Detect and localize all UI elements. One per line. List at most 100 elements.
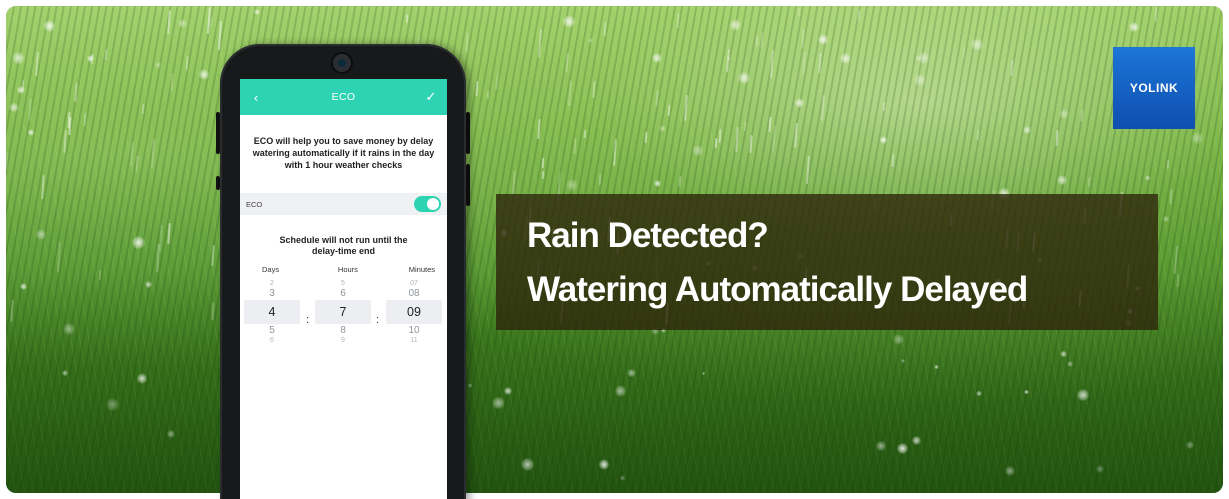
rain-streak [99, 270, 102, 281]
rain-streak [794, 123, 798, 148]
rain-streak [612, 139, 617, 167]
water-droplet [701, 371, 705, 375]
rain-streak [130, 142, 134, 167]
rain-streak [167, 223, 171, 245]
rain-streak [541, 170, 544, 180]
yolink-logo[interactable]: YOLINK [1113, 47, 1195, 129]
rain-streak [962, 46, 965, 59]
rain-streak [891, 153, 895, 167]
rain-streak [678, 176, 682, 187]
water-droplet [598, 459, 610, 470]
water-droplet [818, 34, 829, 45]
rain-streak [760, 31, 764, 49]
rain-streak [584, 130, 587, 139]
water-droplet [1144, 175, 1150, 181]
phone-side-button [466, 164, 470, 206]
water-droplet [915, 55, 921, 62]
water-droplet [19, 282, 28, 290]
water-droplet [136, 373, 148, 384]
rain-streak [151, 139, 155, 169]
app-header: ‹ ECO ✓ [240, 79, 447, 115]
water-droplet [654, 179, 662, 187]
rain-streak [159, 224, 163, 252]
water-droplet [167, 430, 176, 439]
water-droplet [35, 229, 47, 241]
wheel-item: 6 [270, 337, 274, 344]
rain-streak [644, 132, 647, 144]
rain-streak [1176, 273, 1180, 288]
headline-panel: Rain Detected? Watering Automatically De… [496, 194, 1158, 330]
rain-streak [800, 28, 804, 48]
hours-wheel[interactable]: 5 6 7 8 9 [315, 280, 371, 344]
rain-streak [1173, 245, 1178, 275]
camera-icon [333, 54, 351, 72]
rain-streak [1080, 109, 1083, 123]
water-droplet [893, 334, 905, 346]
chevron-left-icon[interactable]: ‹ [248, 90, 264, 105]
water-droplet [520, 458, 534, 472]
water-droplet [840, 52, 852, 64]
water-droplet [587, 37, 594, 44]
water-droplet [177, 18, 187, 28]
water-droplet [1186, 440, 1194, 449]
rain-streak [218, 20, 222, 50]
rain-streak [797, 8, 800, 17]
water-droplet [62, 323, 75, 335]
hours-header: Hours [337, 265, 358, 274]
water-droplet [17, 86, 26, 95]
rain-streak [1010, 59, 1013, 76]
check-icon[interactable]: ✓ [423, 89, 439, 105]
rain-streak [603, 21, 606, 36]
water-droplet [900, 358, 905, 363]
rain-streak [34, 52, 38, 76]
rain-streak [465, 33, 469, 53]
rain-streak [599, 174, 602, 185]
water-droplet [911, 436, 921, 446]
wheel-item: 5 [269, 325, 275, 336]
water-droplet [933, 364, 939, 370]
picker-column-headers: Days Hours Minutes [240, 257, 447, 274]
water-droplet [913, 74, 926, 87]
rain-streak [771, 124, 776, 152]
water-droplet [1128, 22, 1140, 33]
water-droplet [795, 98, 805, 108]
water-droplet [86, 54, 95, 62]
water-droplet [9, 102, 20, 113]
rain-streak [211, 301, 215, 320]
rain-streak [1154, 6, 1158, 22]
rain-streak [749, 135, 753, 154]
water-droplet [1163, 216, 1170, 222]
rain-streak [62, 129, 66, 153]
days-wheel[interactable]: 2 3 4 5 6 [244, 280, 300, 344]
wheel-item: 08 [408, 288, 420, 299]
wheel-item: 6 [340, 288, 346, 299]
headline-line-2: Watering Automatically Delayed [527, 270, 1028, 309]
rain-streak [1169, 188, 1172, 205]
rain-streak [734, 126, 738, 152]
water-droplet [726, 56, 732, 61]
wheel-item: 8 [340, 325, 346, 336]
minutes-selected: 09 [386, 300, 442, 324]
rain-streak [770, 49, 774, 78]
rain-streak [755, 35, 758, 46]
water-droplet [738, 72, 751, 85]
eco-toggle[interactable] [414, 196, 441, 212]
rain-streak [667, 105, 670, 117]
wheel-item: 9 [341, 337, 345, 344]
rain-streak [495, 72, 498, 90]
rain-streak [104, 49, 107, 61]
rain-streak [714, 138, 717, 149]
rain-streak [537, 28, 542, 59]
rain-streak [537, 119, 541, 140]
days-header: Days [262, 265, 280, 274]
water-droplet [1022, 125, 1031, 135]
water-droplet [43, 20, 56, 32]
water-droplet [627, 368, 636, 378]
days-selected: 4 [244, 300, 300, 324]
water-droplet [253, 9, 260, 16]
rain-streak [28, 98, 32, 121]
rain-streak [768, 117, 771, 132]
minutes-wheel[interactable]: 07 08 09 10 11 [386, 280, 442, 344]
rain-streak [475, 80, 478, 96]
rain-streak [743, 121, 747, 132]
